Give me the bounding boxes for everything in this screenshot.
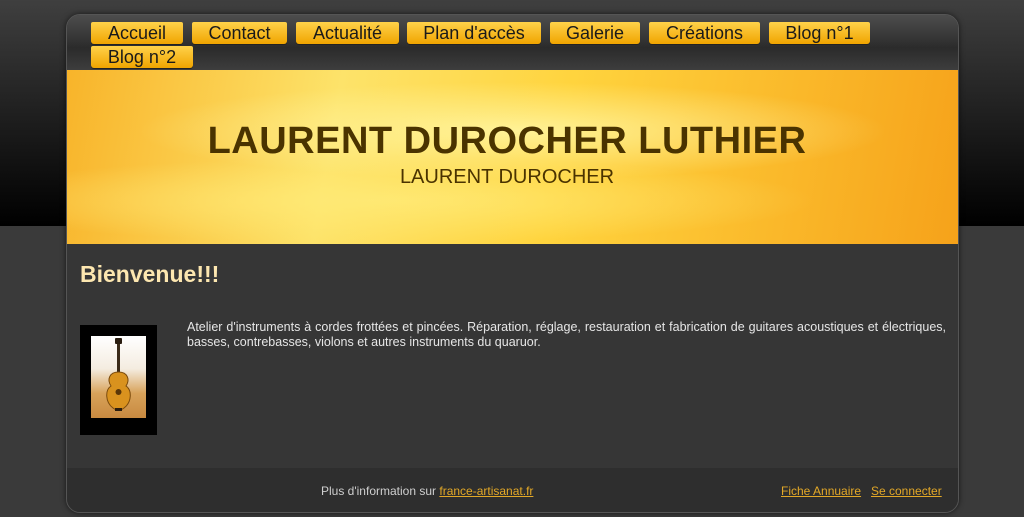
nav-item-contact[interactable]: Contact (192, 22, 287, 44)
site-footer: Plus d'information sur france-artisanat.… (67, 468, 958, 512)
footer-info-prefix: Plus d'information sur (321, 484, 437, 498)
main-nav: Accueil Contact Actualité Plan d'accès G… (67, 15, 958, 70)
nav-item-creations[interactable]: Créations (649, 22, 760, 44)
nav-item-blog-2[interactable]: Blog n°2 (91, 46, 193, 68)
intro-text: Atelier d'instruments à cordes frottées … (187, 320, 946, 349)
france-artisanat-link[interactable]: france-artisanat.fr (439, 484, 533, 498)
fiche-annuaire-link[interactable]: Fiche Annuaire (781, 484, 861, 498)
nav-item-actualite[interactable]: Actualité (296, 22, 399, 44)
footer-info: Plus d'information sur france-artisanat.… (321, 484, 533, 498)
site-subtitle: LAURENT DUROCHER (399, 166, 615, 188)
site-header: LAURENT DUROCHER LUTHIER LAURENT DUROCHE… (67, 70, 958, 244)
nav-item-plan-acces[interactable]: Plan d'accès (407, 22, 541, 44)
guitar-photo (91, 336, 146, 418)
guitar-thumbnail[interactable] (80, 325, 157, 435)
nav-item-blog-1[interactable]: Blog n°1 (769, 22, 870, 44)
nav-item-accueil[interactable]: Accueil (91, 22, 183, 44)
page-title: Bienvenue!!! (80, 261, 220, 287)
site-title: LAURENT DUROCHER LUTHIER (207, 120, 807, 162)
se-connecter-link[interactable]: Se connecter (871, 484, 942, 498)
guitar-icon (106, 338, 131, 411)
nav-item-galerie[interactable]: Galerie (550, 22, 640, 44)
page-frame: Accueil Contact Actualité Plan d'accès G… (66, 14, 959, 513)
